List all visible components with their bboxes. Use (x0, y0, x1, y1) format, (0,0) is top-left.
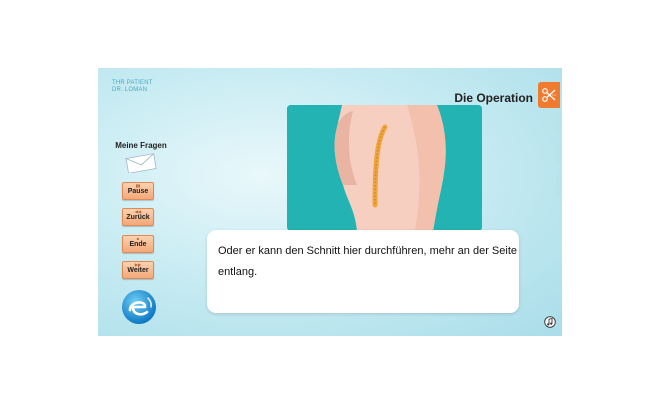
music-note-icon[interactable] (544, 315, 556, 333)
back-label: Zurück (126, 214, 150, 221)
back-icon: ◀◀ (134, 209, 142, 214)
end-button[interactable]: ■ Ende (122, 235, 154, 253)
my-questions-button[interactable]: Meine Fragen (110, 141, 172, 173)
forward-icon: ▶▶ (134, 262, 142, 267)
caption-box: Oder er kann den Schnitt hier durchführe… (207, 230, 519, 313)
next-button[interactable]: ▶▶ Weiter (122, 261, 154, 279)
pause-label: Pause (127, 188, 149, 195)
side-tab-3[interactable] (556, 174, 562, 196)
side-tab-1[interactable] (556, 112, 562, 134)
pause-button[interactable]: ▮▮ Pause (122, 182, 154, 200)
scissors-icon[interactable] (538, 82, 560, 108)
next-label: Weiter (127, 267, 149, 274)
patient-type: THR PATIENT (112, 80, 153, 86)
my-questions-label: Meine Fragen (115, 141, 167, 150)
envelope-icon (125, 153, 157, 173)
surgery-illustration (287, 105, 482, 231)
stop-icon: ■ (136, 236, 140, 241)
end-label: Ende (129, 241, 147, 248)
caption-text: Oder er kann den Schnitt hier durchführe… (218, 245, 518, 278)
pause-icon: ▮▮ (135, 183, 141, 188)
page-title: Die Operation (454, 91, 533, 105)
e-logo-icon[interactable] (120, 288, 158, 331)
patient-info: THR PATIENT DR. LOMAN (112, 80, 153, 94)
back-button[interactable]: ◀◀ Zurück (122, 208, 154, 226)
app-window: THR PATIENT DR. LOMAN Die Operation Mein… (98, 68, 562, 336)
doctor-name: DR. LOMAN (112, 87, 148, 93)
side-tab-2[interactable] (556, 142, 562, 164)
